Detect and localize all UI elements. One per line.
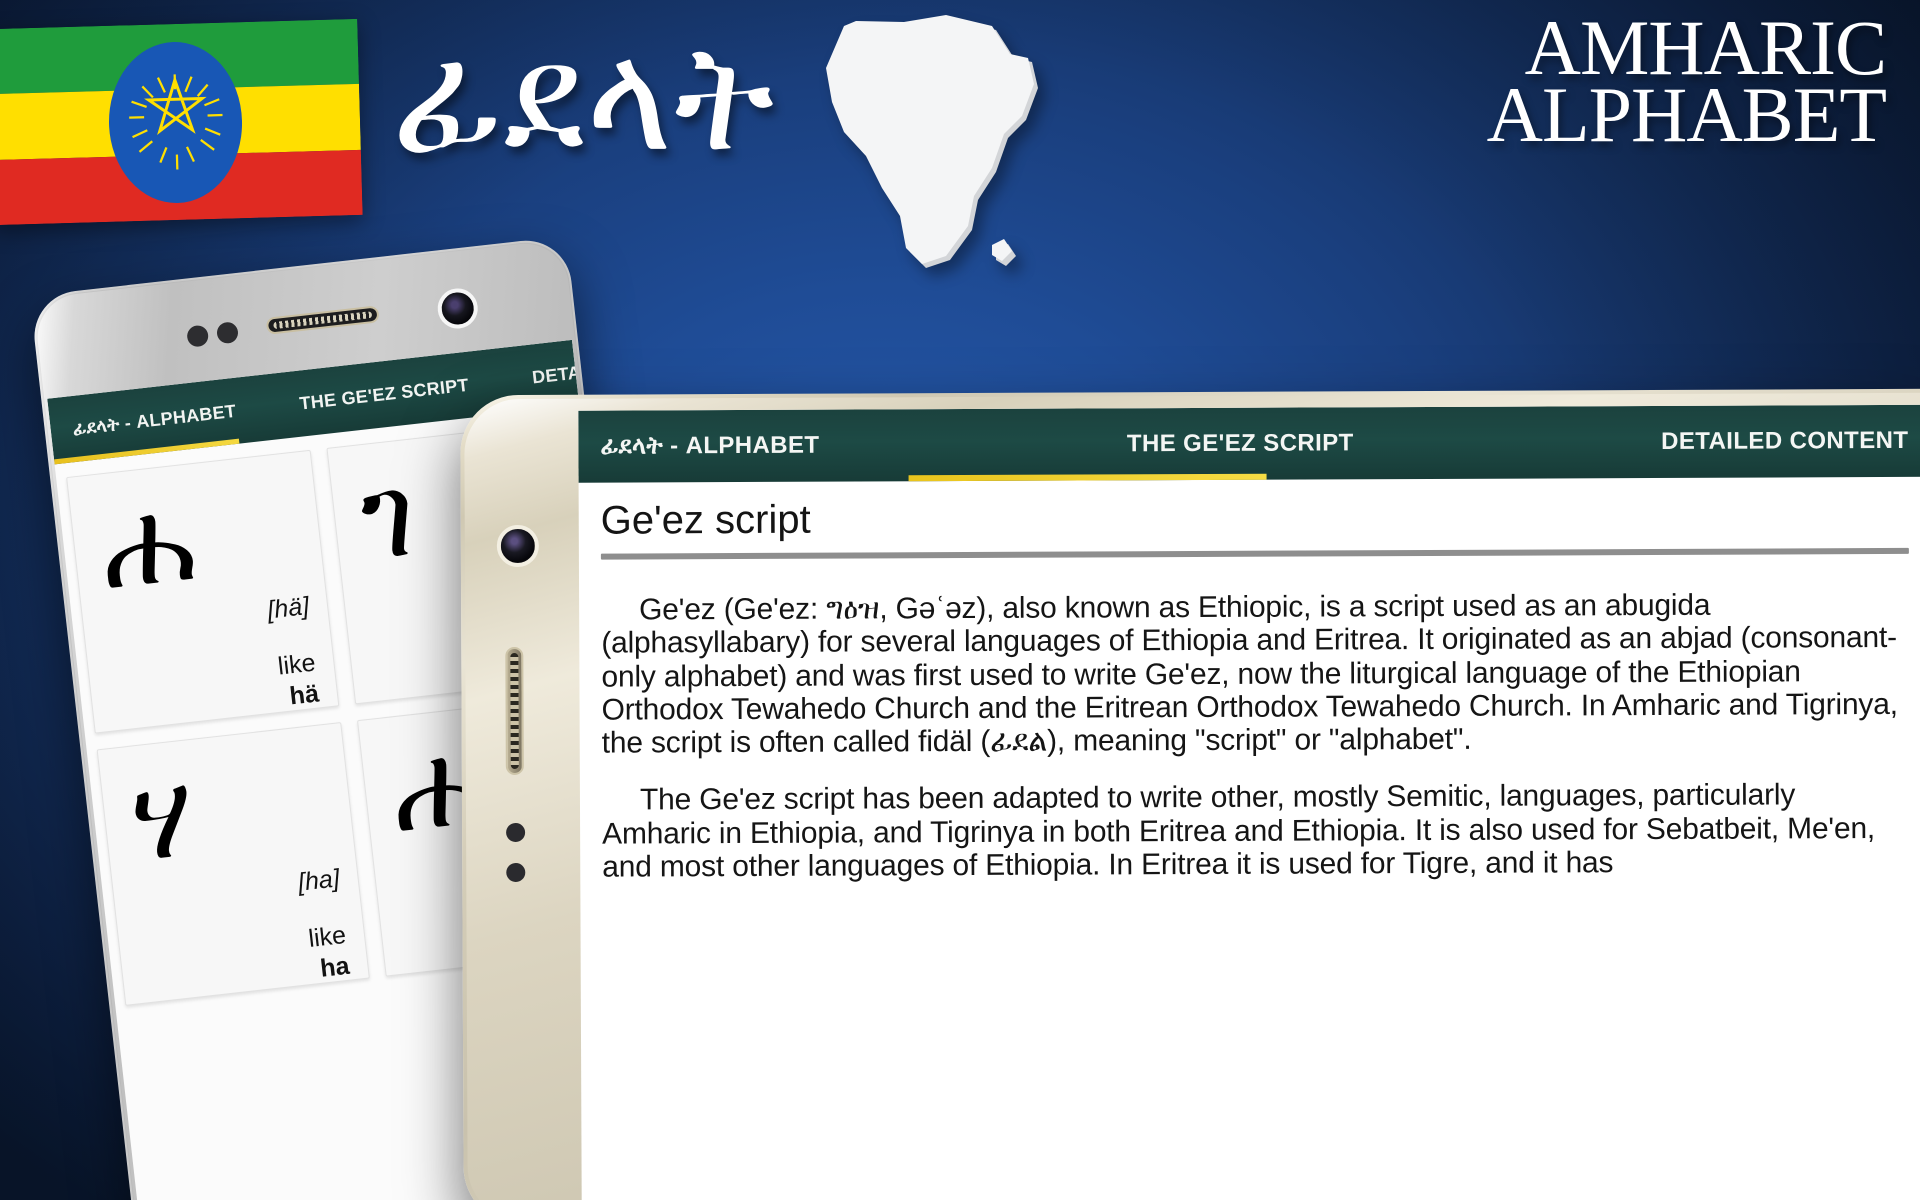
ethiopian-flag (0, 18, 363, 226)
phone-right-screen: ፊደላት - ALPHABET THE GE'EZ SCRIPT DETAILE… (578, 404, 1920, 1200)
earpiece-speaker-icon (505, 646, 524, 776)
tab-alphabet-left[interactable]: ፊደላት - ALPHABET (72, 400, 238, 439)
like-value: hä (288, 679, 321, 711)
letter-ipa: [hä] (265, 591, 311, 625)
front-camera-icon (435, 286, 480, 331)
article-heading: Ge'ez script (600, 497, 811, 543)
letter-card[interactable]: ሃ [ha] like ha (96, 722, 370, 1006)
amharic-headline: ፊደላት (392, 18, 777, 182)
letter-pronunciation: like ha (307, 920, 351, 986)
front-camera-icon (496, 524, 539, 568)
tab-detailed-content-right[interactable]: DETAILED CONTENT (1661, 427, 1908, 456)
geez-article: Ge'ez script Ge'ez (Ge'ez: ግዕዝ, Gəʿəz), … (579, 477, 1920, 1200)
letter-ipa: [ha] (296, 864, 342, 897)
flag-star-icon (128, 73, 223, 170)
tab-bar-right: ፊደላት - ALPHABET THE GE'EZ SCRIPT DETAILE… (578, 404, 1920, 483)
africa-map-icon (800, 14, 1090, 294)
headline-line-alphabet: ALPHABET (1486, 71, 1887, 159)
like-label: like (276, 648, 317, 681)
like-value: ha (318, 951, 351, 984)
heading-divider (600, 547, 1909, 560)
letter-glyph: ሃ (124, 752, 201, 887)
side-button-upper[interactable] (506, 822, 526, 843)
light-sensor-icon (215, 321, 240, 345)
phone-mockup-right: ፊደላት - ALPHABET THE GE'EZ SCRIPT DETAILE… (460, 388, 1920, 1200)
letter-card[interactable]: ሐ [hä] like hä (66, 449, 340, 734)
like-label: like (307, 920, 348, 953)
letter-glyph: ገ (354, 451, 422, 586)
article-paragraph: The Ge'ez script has been adapted to wri… (602, 778, 1876, 884)
tab-geez-script-right[interactable]: THE GE'EZ SCRIPT (1127, 429, 1354, 458)
tab-alphabet-right[interactable]: ፊደላት - ALPHABET (600, 432, 819, 461)
letter-pronunciation: like hä (276, 648, 320, 714)
letter-glyph: ሐ (94, 476, 202, 615)
article-paragraph: Ge'ez (Ge'ez: ግዕዝ, Gəʿəz), also known as… (601, 588, 1898, 760)
earpiece-speaker-icon (265, 305, 380, 335)
english-headline: AMHARIC ALPHABET (1486, 8, 1887, 159)
tab-geez-script-left[interactable]: THE GE'EZ SCRIPT (298, 374, 469, 414)
side-button-lower[interactable] (506, 862, 526, 883)
proximity-sensor-icon (186, 324, 210, 348)
